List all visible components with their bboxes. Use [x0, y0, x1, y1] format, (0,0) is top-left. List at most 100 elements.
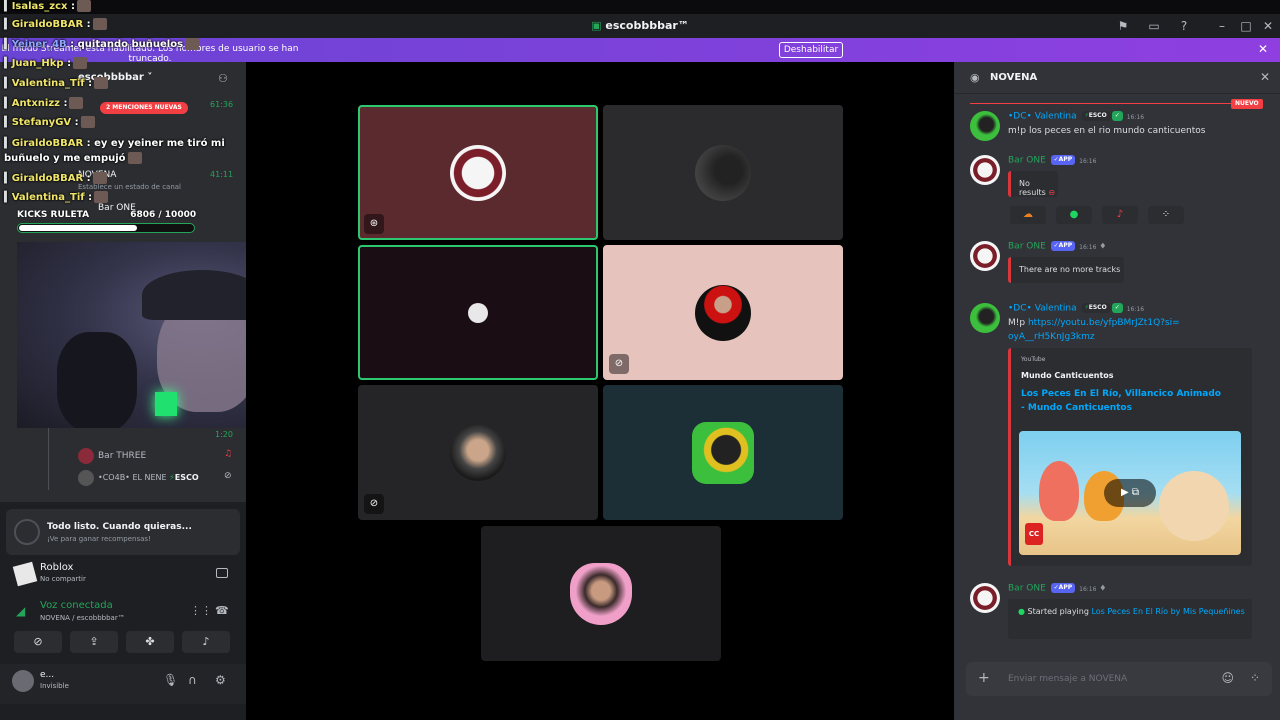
overlay-chat-line: ▍Antxnizz : [4, 97, 84, 109]
play-icon[interactable]: ▶ ⧉ [1104, 479, 1156, 507]
author-avatar[interactable] [970, 155, 1000, 185]
close-window-icon[interactable]: ✕ [1260, 18, 1276, 34]
video-tile-3[interactable] [358, 245, 598, 380]
user-status: Invisible [40, 682, 69, 690]
user-name[interactable]: e... [40, 670, 54, 680]
author-name[interactable]: Bar ONE [1008, 156, 1046, 166]
member-bar-three[interactable]: Bar THREE [98, 451, 146, 461]
embed-channel[interactable]: Mundo Canticuentos [1021, 371, 1252, 380]
help-icon[interactable]: ? [1176, 18, 1192, 34]
noise-suppression-icon[interactable]: ⋮⋮ [190, 604, 212, 617]
overlay-chat-author: Yeiner_4B [11, 39, 67, 50]
overlay-chat-text: : [88, 78, 93, 89]
channel-status[interactable]: Establece un estado de canal [78, 183, 181, 191]
author-name[interactable]: Bar ONE [1008, 242, 1046, 252]
muted-icon[interactable]: ⊘ [364, 494, 384, 514]
overlay-chat-author: Antxnizz [11, 98, 60, 109]
voice-connected-label[interactable]: Voz conectada [40, 600, 113, 611]
message-header: •DC• Valentina ⚡ESCO ✓ 16:16 [1008, 303, 1145, 314]
muted-icon[interactable]: ⊘ [609, 354, 629, 374]
overlay-chat-author: Valentina_Tif [11, 78, 85, 89]
user-avatar[interactable] [12, 670, 34, 692]
message-header: Bar ONE ✓APP 16:16 ♦ [1008, 241, 1107, 252]
microphone-icon[interactable]: 🎙 [163, 673, 178, 687]
cam-hat [142, 270, 262, 320]
disconnect-icon[interactable]: ☎ [215, 604, 229, 617]
activity-card[interactable]: Todo listo. Cuando quieras... ¡Ve para g… [6, 509, 240, 555]
track-link[interactable]: Los Peces En El Río by Mis Pequeñines [1091, 607, 1244, 616]
message-input-box[interactable]: + Enviar mensaje a NOVENA ☺ ⁘ [966, 662, 1272, 696]
screen-share-button[interactable]: ⇪ [70, 631, 118, 653]
participant-avatar [570, 562, 632, 625]
close-chat-icon[interactable]: ✕ [1260, 70, 1270, 84]
mentions-badge[interactable]: 2 MENCIONES NUEVAS [100, 102, 188, 114]
emote-icon [73, 57, 88, 69]
activities-button[interactable]: ✤ [126, 631, 174, 653]
author-avatar[interactable] [970, 111, 1000, 141]
signal-icon[interactable]: ◢ [16, 604, 25, 618]
roblox-icon [12, 561, 38, 587]
author-avatar[interactable] [970, 241, 1000, 271]
deezer-button[interactable]: ⁘ [1148, 206, 1184, 224]
soundboard-button[interactable]: ♪ [182, 631, 230, 653]
close-banner-icon[interactable]: ✕ [1258, 42, 1268, 56]
minimize-icon[interactable]: – [1214, 18, 1230, 34]
loading-spinner-icon [14, 519, 40, 545]
overlay-chat-line: ▍GiraldoBBAR : [4, 172, 107, 184]
activity-title: Todo listo. Cuando quieras... [47, 522, 192, 532]
video-tile-6[interactable] [603, 385, 843, 520]
apple-music-button[interactable]: ♪ [1102, 206, 1138, 224]
new-badge: NUEVO [1231, 99, 1263, 109]
chat-header: ◉ NOVENA ✕ [954, 62, 1280, 94]
voice-channel-path[interactable]: NOVENA / escobbbbar™ [40, 614, 125, 622]
participant-avatar [468, 302, 488, 323]
avatar-bar-three [78, 448, 94, 464]
camera-off-button[interactable]: ⊘ [14, 631, 62, 653]
embed-title[interactable]: Los Peces En El Río, Villancico Animado … [1021, 387, 1221, 415]
settings-gear-icon[interactable]: ⚙ [215, 673, 226, 687]
voice-time-1: 61:36 [210, 100, 234, 109]
ruleta-progress-fill [19, 225, 137, 231]
share-screen-icon[interactable] [216, 568, 228, 578]
game-activity[interactable]: Roblox No compartir [6, 558, 240, 592]
member-co4b[interactable]: •CO4B• EL NENE ⚡ESCO [98, 473, 199, 482]
youtube-link[interactable]: https://youtu.be/yfpBMrJZt1Q?si=oyA__rH5… [1008, 318, 1180, 342]
soundcloud-button[interactable]: ☁ [1010, 206, 1046, 224]
author-avatar[interactable] [970, 303, 1000, 333]
maximize-icon[interactable]: □ [1238, 18, 1254, 34]
headphones-icon[interactable]: ∩ [188, 673, 197, 687]
disable-streamer-button[interactable]: Deshabilitar [779, 42, 843, 58]
add-attachment-icon[interactable]: + [978, 670, 990, 686]
author-name[interactable]: •DC• Valentina [1008, 112, 1077, 122]
emoji-icon[interactable]: ☺ [1221, 671, 1234, 685]
cam-cup [155, 392, 177, 416]
video-tile-4[interactable]: ⊘ [603, 245, 843, 380]
ruleta-progress-bar [17, 223, 195, 233]
overlay-chat-text: : [67, 58, 72, 69]
activity-icon[interactable]: ⊛ [364, 214, 384, 234]
message-header: •DC• Valentina ⚡ESCO ✓ 16:16 [1008, 111, 1145, 122]
add-member-icon[interactable]: ⚇ [218, 72, 228, 85]
video-tile-5[interactable]: ⊘ [358, 385, 598, 520]
inbox-icon[interactable]: ⚑ [1115, 18, 1131, 34]
overlay-chat-text: : [86, 173, 91, 184]
video-thumbnail[interactable]: ▶ ⧉ CC [1019, 431, 1241, 555]
chat-channel-name: NOVENA [990, 72, 1038, 83]
emote-icon [92, 18, 107, 30]
overlay-chat-text: : [70, 1, 75, 12]
chat-bubble-icon: ◉ [970, 71, 980, 84]
author-name[interactable]: •DC• Valentina [1008, 304, 1077, 314]
video-tile-1[interactable]: ⊛ [358, 105, 598, 240]
window-title: ▣ escobbbbar™ [591, 19, 689, 32]
video-tile-2[interactable] [603, 105, 843, 240]
video-tile-7[interactable] [481, 526, 721, 661]
screen-icon[interactable]: ▭ [1146, 18, 1162, 34]
message-input-placeholder[interactable]: Enviar mensaje a NOVENA [1008, 674, 1127, 684]
emote-icon [185, 38, 200, 50]
spotify-button[interactable]: ● [1056, 206, 1092, 224]
game-name: Roblox [40, 562, 74, 573]
apps-icon[interactable]: ⁘ [1250, 671, 1260, 685]
author-avatar[interactable] [970, 583, 1000, 613]
author-name[interactable]: Bar ONE [1008, 584, 1046, 594]
message-text: M!p https://youtu.be/yfpBMrJZt1Q?si=oyA_… [1008, 318, 1180, 342]
